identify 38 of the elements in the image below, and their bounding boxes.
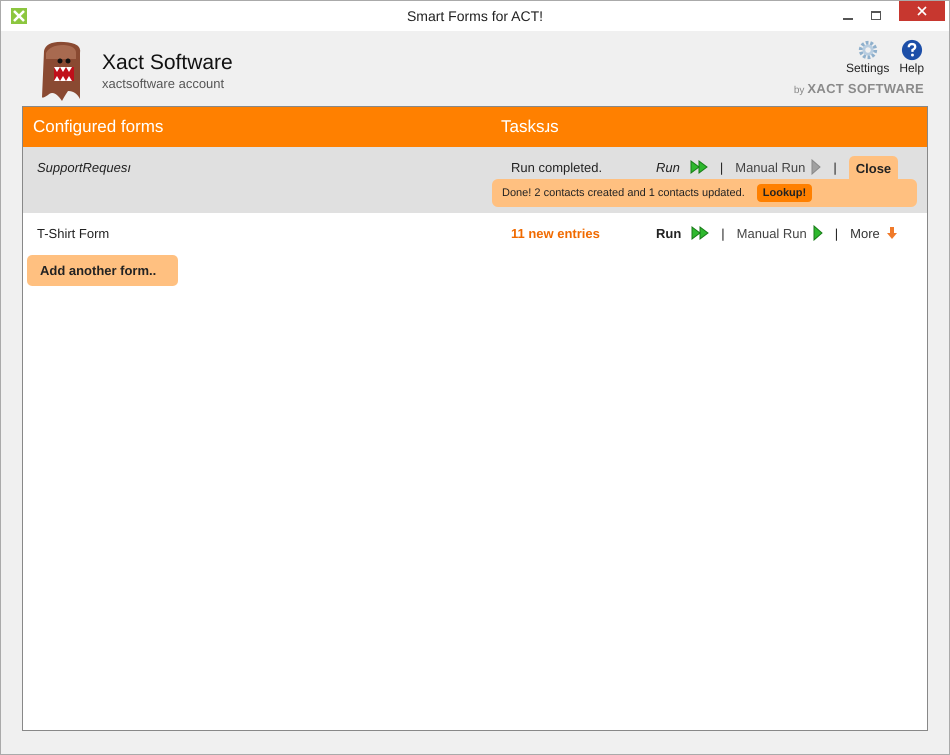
form-row[interactable]: SupportRequesı Run completed. Run | Manual Run | Close Done! 2 contacts created and 1 contacts updated. Lookup! [23, 147, 927, 213]
run-link[interactable]: Run [656, 160, 680, 174]
help-icon [900, 39, 923, 61]
add-form-button[interactable]: Add another form.. [27, 255, 178, 286]
brand-prefix: by [794, 85, 804, 96]
gear-icon [856, 39, 879, 61]
help-button[interactable]: Help [899, 39, 924, 75]
result-message: Done! 2 contacts created and 1 contacts updated. [502, 187, 745, 199]
column-header: Tasksɹs [501, 117, 559, 137]
window-title: Smart Forms for ACT! [406, 8, 544, 24]
status-text: Run completed. [511, 160, 604, 174]
app-logo-icon [11, 8, 27, 24]
separator-text: | [720, 160, 724, 174]
lookup-button[interactable]: Lookup! [756, 184, 812, 202]
manual-run-link[interactable]: Manual Run [736, 226, 807, 240]
status-text: 11 new entries [511, 226, 601, 240]
settings-button[interactable]: Settings [846, 39, 890, 75]
manual-run-link[interactable]: Manual Run [735, 160, 806, 174]
down-arrow-icon[interactable] [886, 226, 898, 240]
separator-text: | [721, 226, 725, 240]
form-name: T-Shirt Form [37, 226, 110, 240]
separator-text: | [833, 160, 837, 174]
close-window-button[interactable] [899, 1, 945, 21]
close-icon [917, 6, 927, 16]
fast-forward-icon[interactable] [690, 160, 708, 174]
brand-name: XACT SOFTWARE [807, 81, 924, 96]
form-row[interactable]: T-Shirt Form 11 new entries Run | Manual Run | More [23, 213, 927, 249]
maximize-icon[interactable] [871, 11, 881, 21]
play-icon[interactable] [812, 225, 823, 241]
form-name: SupportRequesı [37, 160, 132, 174]
fast-forward-icon[interactable] [691, 226, 710, 240]
play-icon[interactable] [811, 159, 822, 175]
run-link[interactable]: Run [656, 226, 682, 240]
column-header: Configured forms [33, 117, 164, 137]
more-link[interactable]: More [850, 226, 880, 240]
account-name: Xact Software [102, 51, 233, 75]
account-subtitle: xactsoftware account [102, 76, 226, 91]
separator-text: | [834, 226, 838, 240]
